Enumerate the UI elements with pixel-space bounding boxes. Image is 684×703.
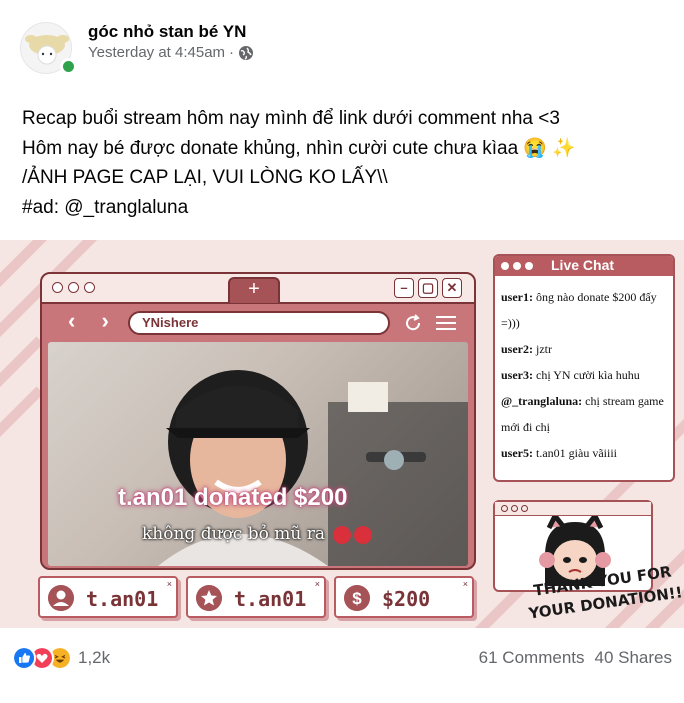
card-text: t.an01 [234, 587, 307, 611]
card-close-icon[interactable]: × [315, 579, 320, 589]
donor-card-name: t.an01 × [38, 576, 178, 618]
stream-video[interactable]: t.an01 donated $200 không được bỏ mũ ra [48, 342, 468, 566]
caption-line[interactable]: #ad: @_tranglaluna [22, 193, 662, 223]
angry-face-icon [333, 525, 352, 544]
post-footer: 1,2k 61 Comments 40 Shares [0, 640, 684, 680]
svg-text:$: $ [352, 589, 362, 608]
subtitle-text: không được bỏ mũ ra [142, 524, 325, 544]
caption-line: Recap buổi stream hôm nay mình để link d… [22, 108, 560, 129]
browser-titlebar: + – ▢ ✕ [42, 274, 474, 304]
live-chat-title: Live Chat [551, 257, 615, 273]
caption-line: Hôm nay bé được donate khủng, nhìn cười … [22, 137, 577, 159]
donation-alert: t.an01 donated $200 [118, 484, 348, 511]
card-text: $200 [382, 587, 431, 611]
card-close-icon[interactable]: × [463, 579, 468, 589]
chat-message: user1: ông nào donate $200 đấy =))) [501, 290, 657, 330]
dollar-icon: $ [344, 585, 370, 611]
live-chat-panel: Live Chat user1: ông nào donate $200 đấy… [493, 254, 675, 482]
online-status-dot [60, 58, 77, 75]
url-bar[interactable]: YNishere [128, 311, 390, 335]
chat-message: @_tranglaluna: chị stream game mới đi ch… [501, 394, 664, 434]
reactions-summary[interactable]: 1,2k [12, 646, 110, 670]
menu-icon[interactable] [434, 314, 458, 332]
donor-card-amount: $ $200 × [334, 576, 474, 618]
caption-line: /ẢNH PAGE CAP LẠI, VUI LÒNG KO LẤY\\ [22, 167, 388, 188]
nav-arrows-icon[interactable]: ‹ › [68, 308, 119, 334]
new-tab-button[interactable]: + [228, 277, 280, 303]
chat-message: user3: chị YN cười kìa huhu [501, 368, 640, 382]
donation-subtitle: không được bỏ mũ ra [142, 524, 373, 544]
angry-face-icon [354, 525, 373, 544]
close-icon[interactable]: ✕ [442, 278, 462, 298]
star-icon [196, 585, 222, 611]
post-image[interactable]: + – ▢ ✕ ‹ › YNishere t.an01 donated $200… [0, 240, 684, 628]
chat-messages: user1: ông nào donate $200 đấy =))) user… [495, 276, 673, 466]
globe-icon[interactable] [238, 45, 254, 61]
like-icon [12, 646, 36, 670]
maximize-icon[interactable]: ▢ [418, 278, 438, 298]
live-chat-header: Live Chat [495, 256, 673, 276]
thanks-card-header [495, 502, 651, 516]
chat-message: user5: t.an01 giàu vãiiii [501, 446, 617, 460]
minimize-icon[interactable]: – [394, 278, 414, 298]
reaction-count[interactable]: 1,2k [78, 648, 110, 668]
post-meta: Yesterday at 4:45am · [88, 44, 254, 61]
post-caption: Recap buổi stream hôm nay mình để link d… [22, 104, 662, 222]
comments-count-link[interactable]: 61 Comments [479, 648, 585, 668]
window-controls: – ▢ ✕ [394, 278, 462, 298]
donor-card-star: t.an01 × [186, 576, 326, 618]
shares-count-link[interactable]: 40 Shares [595, 648, 673, 668]
page-name-link[interactable]: góc nhỏ stan bé YN [88, 22, 246, 42]
chat-message: user2: jztr [501, 342, 552, 356]
engagement-stats: 61 Comments 40 Shares [479, 648, 672, 668]
post-timestamp[interactable]: Yesterday at 4:45am [88, 44, 225, 61]
meta-separator: · [229, 44, 235, 61]
card-text: t.an01 [86, 587, 159, 611]
user-icon [48, 585, 74, 611]
browser-navbar: ‹ › YNishere [42, 306, 474, 338]
browser-window: + – ▢ ✕ ‹ › YNishere t.an01 donated $200… [40, 272, 476, 570]
post-header: góc nhỏ stan bé YN Yesterday at 4:45am · [0, 0, 684, 90]
window-dots [52, 282, 95, 293]
card-close-icon[interactable]: × [167, 579, 172, 589]
reload-icon[interactable] [402, 312, 424, 334]
